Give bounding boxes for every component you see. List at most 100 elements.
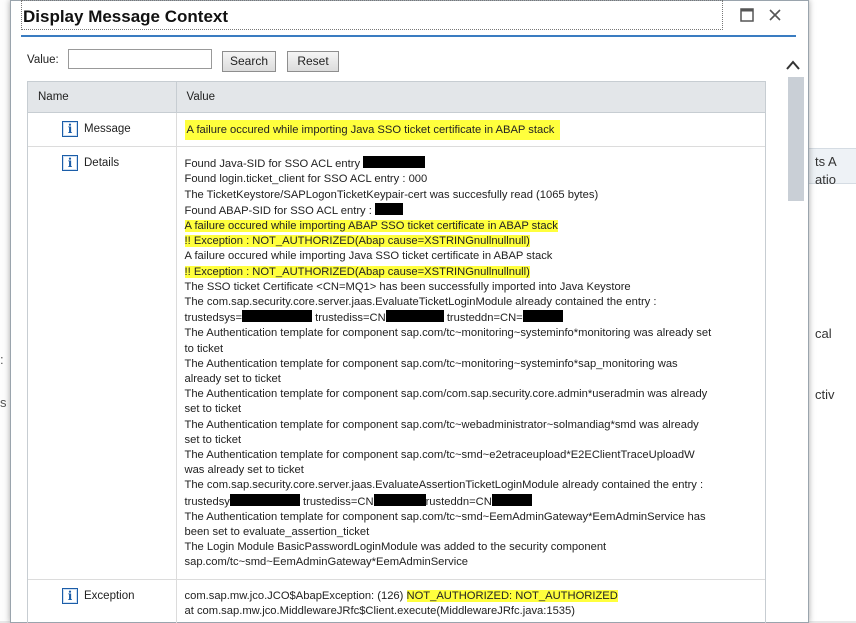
value-text: set to ticket — [184, 403, 242, 416]
value-line: trustedsys= trustediss=CN trusteddn=CN= — [185, 310, 765, 326]
scroll-up-icon[interactable] — [786, 57, 800, 74]
redaction-block — [363, 156, 426, 169]
column-header-value[interactable]: Value — [176, 82, 765, 113]
value-line: was already set to ticket — [185, 463, 765, 478]
value-line: trustedsy trustediss=CN rusteddn=CN — [184, 493, 765, 510]
value-text: was already set to ticket — [184, 464, 304, 477]
redaction-block — [385, 310, 444, 323]
scroll-thumb[interactable] — [788, 77, 804, 201]
value-text: trustedsys= — [184, 312, 243, 325]
background-fragment: cal — [815, 326, 832, 341]
close-icon[interactable] — [765, 5, 785, 25]
highlighted-text: !! Exception : NOT_AUTHORIZED(Abap cause… — [184, 265, 530, 278]
highlighted-text: A failure occured while importing ABAP S… — [184, 220, 558, 233]
value-line: Found ABAP-SID for SSO ACL entry : — [184, 202, 765, 219]
value-line: com.sap.mw.jco.JCO$AbapException: (126) … — [185, 589, 765, 604]
redaction-block — [522, 310, 563, 323]
search-button[interactable]: Search — [222, 51, 276, 72]
column-header-name[interactable]: Name — [28, 82, 177, 113]
value-line: sap.com/tc~smd~EemAdminGateway*EemAdminS… — [185, 555, 765, 570]
vertical-scrollbar[interactable] — [782, 51, 808, 622]
redaction-block — [491, 493, 532, 506]
value-text: The Authentication template for componen… — [184, 327, 712, 340]
value-line: Found Java-SID for SSO ACL entry — [185, 156, 765, 172]
highlighted-text: !! Exception : NOT_AUTHORIZED(Abap cause… — [184, 235, 530, 248]
table-row[interactable]: i Exception com.sap.mw.jco.JCO$AbapExcepti… — [28, 579, 765, 623]
value-line: The com.sap.security.core.server.jaas.Ev… — [185, 295, 765, 310]
value-text: Found ABAP-SID for SSO ACL entry : — [184, 204, 375, 217]
value-text: The com.sap.security.core.server.jaas.Ev… — [184, 479, 704, 492]
value-text: The SSO ticket Certificate <CN=MQ1> has … — [184, 280, 631, 293]
value-line: Found login.ticket_client for SSO ACL en… — [185, 172, 765, 187]
info-icon: i — [62, 587, 78, 604]
message-context-dialog: Display Message Context Value: Search Re… — [10, 0, 809, 623]
value-text: Found login.ticket_client for SSO ACL en… — [184, 173, 428, 186]
name-cell: i Message — [28, 112, 177, 148]
value-text: The Authentication template for componen… — [184, 418, 699, 431]
value-line: !! Exception : NOT_AUTHORIZED(Abap cause… — [184, 234, 765, 249]
value-line: The Authentication template for componen… — [185, 357, 765, 372]
highlighted-text: NOT_AUTHORIZED: NOT_AUTHORIZED — [406, 589, 618, 602]
redaction-block — [229, 493, 300, 506]
value-line: A failure occured while importing Java S… — [185, 249, 765, 264]
background-fragment: : — [0, 352, 4, 367]
value-text: already set to ticket — [184, 373, 281, 386]
name-wrap: i Details — [62, 155, 176, 172]
background-fragment: ts A — [815, 154, 837, 169]
value-cell: com.sap.mw.jco.JCO$AbapException: (126) … — [176, 579, 765, 623]
row-name-label: Exception — [84, 589, 135, 602]
name-cell: i Exception — [28, 579, 177, 623]
value-line: been set to evaluate_assertion_ticket — [185, 525, 765, 540]
reset-button[interactable]: Reset — [287, 51, 339, 72]
value-line: The Authentication template for componen… — [185, 387, 765, 402]
value-text: set to ticket — [184, 433, 242, 446]
dialog-title: Display Message Context — [23, 7, 229, 26]
value-cell: A failure occured while importing Java S… — [176, 112, 765, 148]
value-text: The Authentication template for componen… — [184, 388, 708, 401]
dialog-titlebar[interactable]: Display Message Context — [11, 0, 808, 35]
value-line: A failure occured while importing Java S… — [184, 120, 765, 140]
value-line: The TicketKeystore/SAPLogonTicketKeypair… — [185, 188, 765, 203]
value-cell: Found Java-SID for SSO ACL entry Found l… — [176, 146, 765, 580]
value-text: The Login Module BasicPasswordLoginModul… — [184, 541, 607, 554]
name-wrap: i Exception — [62, 587, 176, 604]
background-app-right-edge: ts A atio cal ctiv — [808, 0, 856, 621]
value-text: The TicketKeystore/SAPLogonTicketKeypair… — [184, 188, 599, 201]
value-line: to ticket — [185, 342, 765, 357]
redaction-block — [373, 493, 426, 506]
value-line: The Authentication template for componen… — [185, 448, 765, 463]
value-text: The com.sap.security.core.server.jaas.Ev… — [184, 296, 657, 309]
info-icon: i — [62, 121, 78, 137]
table-row[interactable]: i Message A failure occured while importin… — [28, 112, 765, 148]
value-label: Value: — [27, 54, 59, 66]
value-text: trustediss=CN — [312, 312, 386, 325]
value-text: rusteddn=CN — [425, 495, 492, 508]
value-text: The Authentication template for componen… — [184, 357, 678, 370]
value-line: The Login Module BasicPasswordLoginModul… — [185, 540, 765, 555]
value-line: The Authentication template for componen… — [185, 326, 765, 341]
value-line: !! Exception : NOT_AUTHORIZED(Abap cause… — [184, 265, 765, 280]
value-line: already set to ticket — [185, 372, 765, 387]
background-fragment: ctiv — [815, 387, 835, 402]
name-cell: i Details — [28, 146, 177, 580]
highlighted-text: A failure occured while importing Java S… — [184, 120, 561, 140]
value-text: The Authentication template for componen… — [184, 510, 706, 523]
name-wrap: i Message — [62, 121, 176, 137]
value-text: The Authentication template for componen… — [184, 449, 695, 462]
table-header-row: Name Value — [28, 82, 765, 113]
value-line: The SSO ticket Certificate <CN=MQ1> has … — [185, 280, 765, 295]
context-table: Name Value i Message A failure occured whi… — [27, 81, 766, 623]
value-text: com.sap.mw.jco.JCO$AbapException: (126) — [184, 589, 407, 602]
value-input[interactable] — [68, 49, 212, 69]
value-line: set to ticket — [185, 433, 765, 448]
value-text: to ticket — [184, 342, 224, 355]
value-text: sap.com/tc~smd~EemAdminGateway*EemAdminS… — [184, 556, 469, 569]
table-row[interactable]: i Details Found Java-SID for SSO ACL entry… — [28, 146, 765, 580]
value-text: A failure occured while importing Java S… — [184, 250, 553, 263]
maximize-icon[interactable] — [737, 5, 757, 25]
value-text: trustedsy — [184, 495, 230, 508]
row-name-label: Message — [84, 123, 131, 135]
background-fragment: atio — [815, 172, 836, 187]
value-line: The Authentication template for componen… — [185, 510, 765, 525]
info-icon: i — [62, 155, 78, 172]
